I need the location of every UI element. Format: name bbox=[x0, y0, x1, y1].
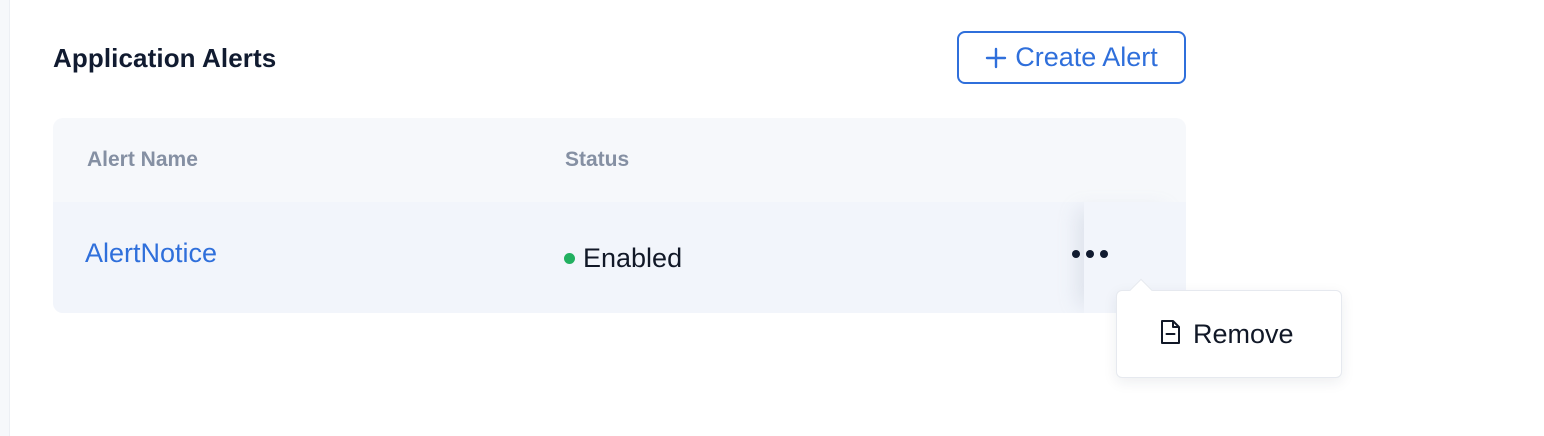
menu-item-remove-label: Remove bbox=[1193, 318, 1294, 349]
status-cell: Enabled bbox=[564, 243, 682, 274]
plus-icon bbox=[985, 47, 1007, 69]
row-actions-button[interactable] bbox=[1064, 238, 1116, 274]
more-horizontal-icon bbox=[1070, 247, 1110, 265]
section-title: Application Alerts bbox=[53, 43, 277, 73]
row-actions-menu: Remove bbox=[1116, 278, 1342, 378]
status-label: Enabled bbox=[583, 243, 683, 273]
status-dot-icon bbox=[564, 253, 575, 264]
create-alert-label: Create Alert bbox=[1015, 42, 1158, 72]
column-header-alert-name: Alert Name bbox=[87, 148, 198, 171]
alerts-page: Application Alerts Create Alert Alert Na… bbox=[0, 0, 1544, 436]
create-alert-button[interactable]: Create Alert bbox=[957, 31, 1186, 84]
menu-item-remove[interactable]: Remove bbox=[1117, 291, 1341, 377]
alert-name-link[interactable]: AlertNotice bbox=[85, 238, 217, 269]
table-header: Alert Name Status bbox=[53, 118, 1186, 202]
column-header-status: Status bbox=[565, 148, 630, 171]
table-row: AlertNotice Enabled bbox=[53, 202, 1186, 313]
file-minus-icon bbox=[1159, 319, 1181, 350]
alerts-table: Alert Name Status AlertNotice Enabled bbox=[53, 118, 1186, 313]
left-rail bbox=[0, 0, 10, 436]
